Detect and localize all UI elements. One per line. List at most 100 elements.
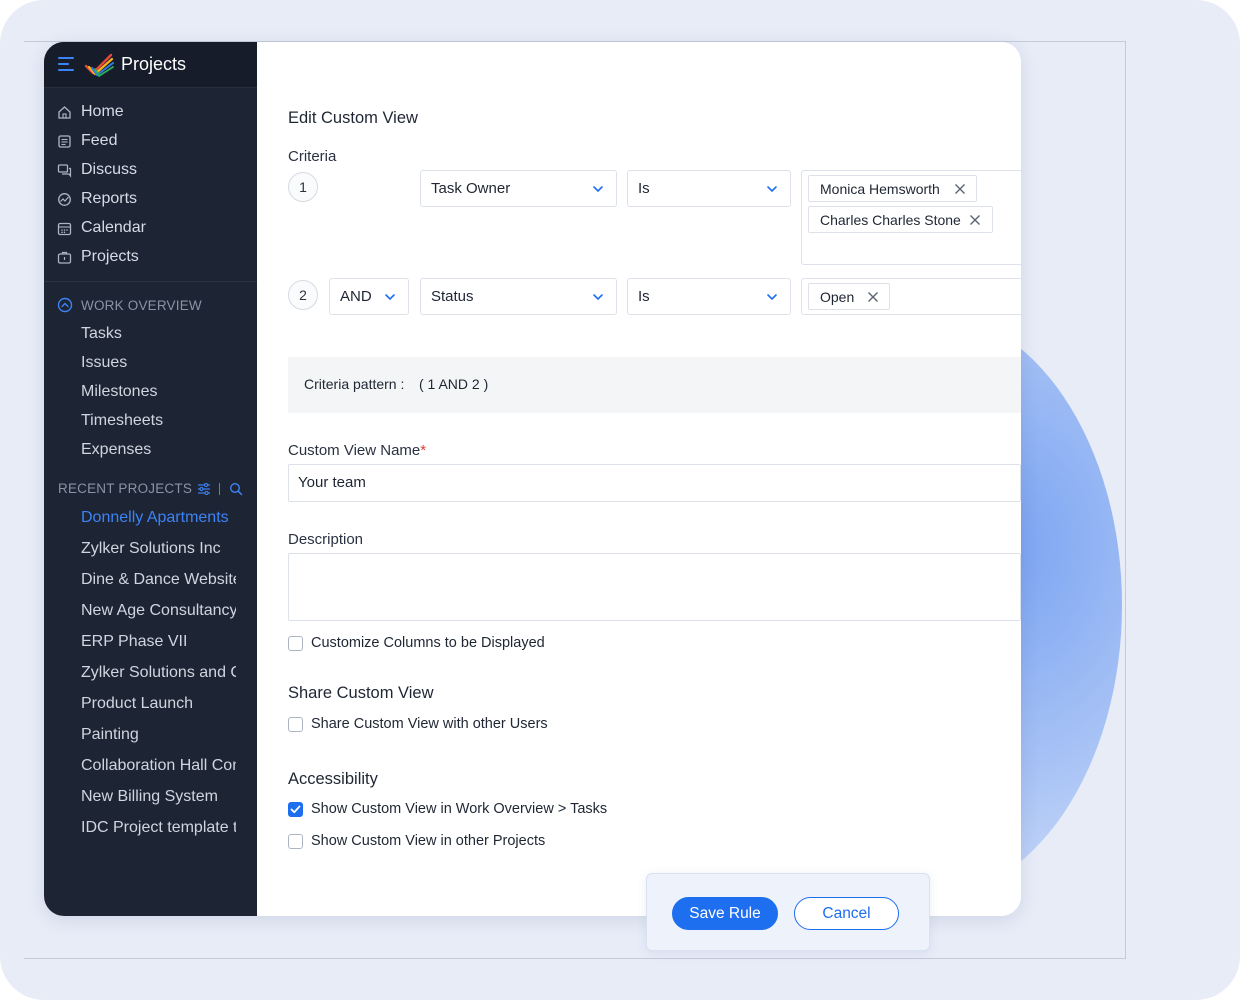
app-title: Projects: [121, 54, 187, 74]
recent-project-item[interactable]: New Billing System: [81, 788, 236, 806]
sidebar-header: Projects: [44, 42, 257, 88]
criteria-values-box[interactable]: Open: [801, 278, 1021, 315]
description-textarea[interactable]: [288, 553, 1021, 621]
calendar-icon: [57, 222, 72, 236]
recent-project-item[interactable]: ERP Phase VII: [81, 633, 236, 651]
close-icon[interactable]: [954, 183, 966, 195]
nav-label: Discuss: [81, 161, 138, 178]
select-value: Is: [638, 288, 650, 305]
select-value: Task Owner: [431, 180, 511, 197]
feed-icon: [58, 135, 71, 148]
accessibility-option-work-overview[interactable]: Show Custom View in Work Overview > Task…: [288, 801, 628, 821]
chip-label: Charles Charles Stone: [820, 212, 961, 228]
briefcase-icon: [57, 251, 72, 264]
chevron-down-icon: [593, 294, 603, 301]
value-chip: Charles Charles Stone: [808, 206, 993, 233]
chevron-up-circle-icon: [57, 297, 73, 313]
menu-icon[interactable]: [58, 57, 74, 71]
discuss-icon: [57, 164, 72, 178]
nav-label: Reports: [81, 190, 138, 207]
nav-item-calendar[interactable]: Calendar: [44, 216, 257, 242]
recent-project-item[interactable]: New Age Consultancy: [81, 602, 236, 620]
checkbox[interactable]: [288, 717, 303, 732]
criteria-field-select[interactable]: Status: [420, 278, 617, 315]
checkbox-label: Show Custom View in Work Overview > Task…: [311, 801, 608, 817]
work-overview-item-timesheets[interactable]: Timesheets: [81, 412, 236, 430]
recent-projects-label: RECENT PROJECTS: [58, 481, 193, 496]
criteria-number: 1: [288, 172, 318, 202]
nav-label: Feed: [81, 132, 118, 149]
recent-project-item[interactable]: Donnelly Apartments: [81, 509, 236, 527]
checkbox-label: Customize Columns to be Displayed: [311, 635, 545, 651]
guide-line: [1125, 41, 1126, 959]
criteria-pattern-value: ( 1 AND 2 ): [419, 376, 489, 392]
criteria-operator-select[interactable]: Is: [627, 170, 791, 207]
work-overview-header[interactable]: WORK OVERVIEW: [44, 296, 257, 316]
accessibility-option-other-projects[interactable]: Show Custom View in other Projects: [288, 833, 588, 853]
work-overview-item-issues[interactable]: Issues: [81, 354, 236, 372]
recent-project-item[interactable]: Product Launch: [81, 695, 236, 713]
work-overview-label: WORK OVERVIEW: [81, 298, 202, 313]
nav-item-discuss[interactable]: Discuss: [44, 158, 257, 184]
criteria-values-box[interactable]: Monica Hemsworth Charles Charles Stone: [801, 170, 1021, 265]
work-overview-item-milestones[interactable]: Milestones: [81, 383, 236, 401]
share-heading: Share Custom View: [288, 684, 434, 702]
search-icon[interactable]: [229, 482, 243, 496]
accessibility-heading: Accessibility: [288, 770, 378, 788]
input-value: Your team: [298, 474, 366, 491]
save-rule-button[interactable]: Save Rule: [672, 897, 778, 930]
icon-separator: [219, 483, 220, 495]
nav-item-reports[interactable]: Reports: [44, 187, 257, 213]
nav-label: Home: [81, 103, 124, 120]
checkbox[interactable]: [288, 834, 303, 849]
nav-item-feed[interactable]: Feed: [44, 129, 257, 155]
nav-item-projects[interactable]: Projects: [44, 245, 257, 271]
checkmark-icon: [290, 805, 301, 814]
customize-columns-option[interactable]: Customize Columns to be Displayed: [288, 635, 588, 655]
work-overview-item-expenses[interactable]: Expenses: [81, 441, 236, 459]
nav-item-home[interactable]: Home: [44, 100, 257, 126]
action-bar: Save Rule Cancel: [646, 873, 930, 951]
checkbox-checked[interactable]: [288, 802, 303, 817]
work-overview-item-tasks[interactable]: Tasks: [81, 325, 236, 343]
description-label: Description: [288, 531, 364, 548]
app-window: Projects Home Feed Discuss Reports Calen…: [44, 42, 1021, 916]
recent-project-item[interactable]: Zylker Solutions and Co: [81, 664, 236, 682]
conjunction-select[interactable]: AND: [329, 278, 409, 315]
guide-line: [24, 958, 1126, 959]
main-panel: Edit Custom View Criteria 1 Task Owner I…: [257, 42, 1021, 916]
chevron-down-icon: [767, 294, 777, 301]
recent-project-item[interactable]: Painting: [81, 726, 236, 744]
nav-label: Projects: [81, 248, 139, 265]
custom-view-name-label: Custom View Name*: [288, 442, 426, 459]
criteria-field-select[interactable]: Task Owner: [420, 170, 617, 207]
recent-project-item[interactable]: Zylker Solutions Inc: [81, 540, 236, 558]
recent-project-item[interactable]: Collaboration Hall Construction: [81, 757, 236, 775]
criteria-pattern-label: Criteria pattern :: [304, 376, 405, 392]
page-title: Edit Custom View: [288, 109, 418, 127]
select-value: Status: [431, 288, 474, 305]
criteria-pattern-box: Criteria pattern : ( 1 AND 2 ): [288, 357, 1021, 413]
chevron-down-icon: [767, 186, 777, 193]
cancel-button[interactable]: Cancel: [794, 897, 899, 930]
recent-project-item[interactable]: IDC Project template test: [81, 819, 236, 837]
chip-label: Open: [820, 289, 855, 305]
nav-label: Calendar: [81, 219, 146, 236]
value-chip: Monica Hemsworth: [808, 175, 977, 202]
share-option[interactable]: Share Custom View with other Users: [288, 716, 588, 736]
value-chip: Open: [808, 283, 890, 310]
checkbox[interactable]: [288, 636, 303, 651]
chevron-down-icon: [385, 294, 395, 301]
close-icon[interactable]: [867, 291, 879, 303]
select-value: AND: [340, 288, 372, 305]
close-icon[interactable]: [969, 214, 981, 226]
custom-view-name-input[interactable]: Your team: [288, 464, 1021, 502]
criteria-label: Criteria: [288, 148, 337, 165]
chevron-down-icon: [593, 186, 603, 193]
checkbox-label: Show Custom View in other Projects: [311, 833, 546, 849]
sidebar: Projects Home Feed Discuss Reports Calen…: [44, 42, 257, 916]
recent-project-item[interactable]: Dine & Dance Website: [81, 571, 236, 589]
home-icon: [58, 106, 71, 119]
filter-sliders-icon[interactable]: [197, 482, 211, 496]
criteria-operator-select[interactable]: Is: [627, 278, 791, 315]
